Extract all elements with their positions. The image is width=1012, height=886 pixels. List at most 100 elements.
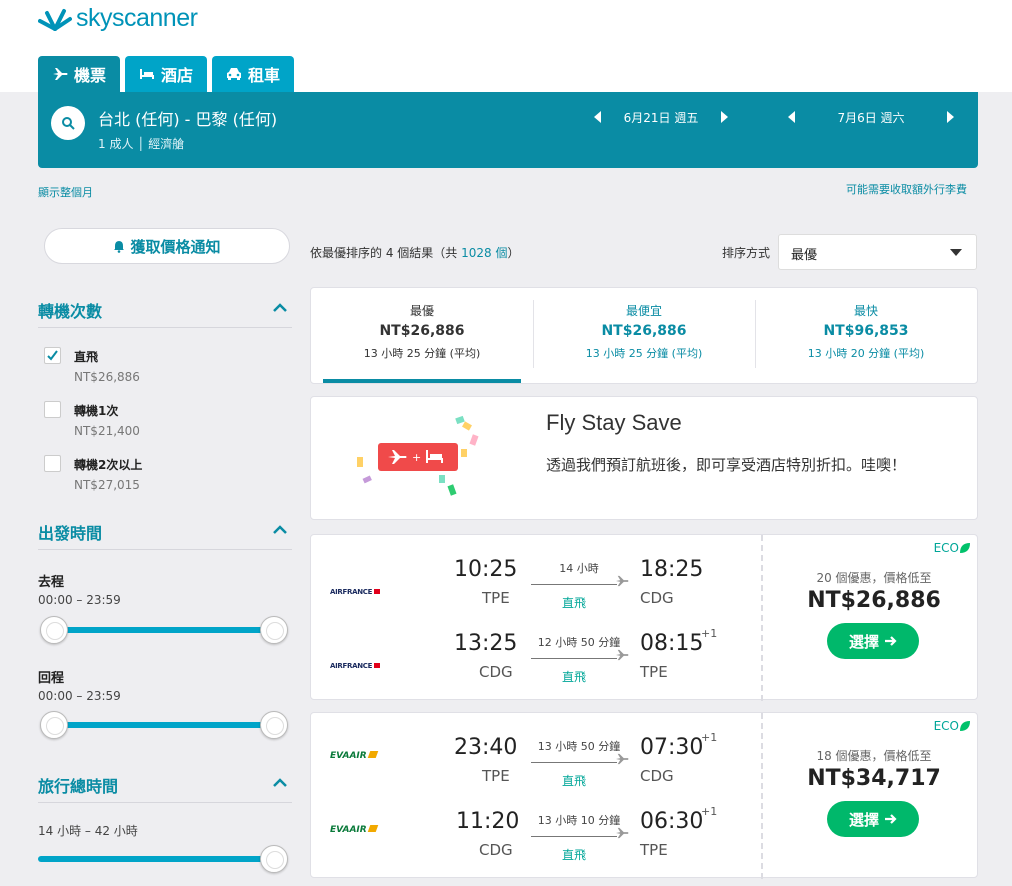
price-panel: ECO 20 個優惠，價格低至 NT$26,886 選擇	[761, 535, 979, 701]
fly-stay-save-banner[interactable]: + Fly Stay Save 透過我們預訂航班後，即可享受酒店特別折扣。哇噢！	[310, 396, 978, 520]
arrival-time: 07:30	[640, 735, 704, 760]
two-plus-stops-price: NT$27,015	[74, 478, 140, 492]
departure-time: 10:25	[454, 557, 518, 582]
airline-stripe-icon	[374, 663, 381, 668]
return-range: 00:00 – 23:59	[38, 689, 121, 703]
cheapest-title: 最便宜	[625, 304, 662, 318]
select-flight-button[interactable]: 選擇	[827, 801, 919, 837]
next-day-indicator: +1	[701, 731, 718, 744]
departure-time-title: 出發時間	[38, 524, 103, 543]
duration-filter-header[interactable]: 旅行總時間	[38, 773, 292, 803]
flight-result-card[interactable]: EVAAIR 23:40 TPE 13 小時 50 分鐘 直飛 07:30 CD…	[310, 712, 979, 879]
results-summary: 依最優排序的 4 個結果（共 1028 個）	[310, 244, 519, 261]
tab-flights[interactable]: 機票	[38, 56, 121, 92]
outbound-leg: AIRFRANCE 10:25 TPE 14 小時 直飛 18:25 CDG	[311, 555, 759, 615]
cheapest-duration: 13 小時 25 分鐘 (平均)	[585, 347, 703, 360]
best-duration: 13 小時 25 分鐘 (平均)	[363, 347, 481, 360]
depart-date[interactable]: 6月21日 週五	[601, 109, 721, 126]
select-flight-button[interactable]: 選擇	[827, 623, 919, 659]
flight-plus-hotel-illustration: +	[357, 415, 479, 496]
depart-date-picker: 6月21日 週五	[594, 107, 728, 127]
tab-label: 酒店	[161, 66, 194, 85]
search-button[interactable]	[51, 106, 85, 140]
return-slider-track[interactable]	[54, 722, 274, 728]
direct-price: NT$26,886	[74, 370, 140, 384]
skyscanner-logo[interactable]: skyscanner	[38, 4, 198, 32]
duration-filter-title: 旅行總時間	[38, 777, 119, 796]
prev-depart-date-icon[interactable]	[594, 111, 601, 123]
leg-duration: 13 小時 10 分鐘	[537, 814, 621, 827]
chevron-up-icon[interactable]	[272, 525, 288, 535]
sort-label: 排序方式	[722, 246, 771, 260]
duration-slider-track[interactable]	[38, 856, 274, 862]
price-panel: ECO 18 個優惠，價格低至 NT$34,717 選擇	[761, 713, 979, 879]
two-plus-stops-label[interactable]: 轉機2次以上	[74, 456, 142, 473]
best-card[interactable]: 最優 NT$26,886 13 小時 25 分鐘 (平均)	[311, 288, 533, 384]
direct-label[interactable]: 直飛	[74, 348, 98, 365]
return-label: 回程	[38, 671, 65, 686]
promo-text: 透過我們預訂航班後，即可享受酒店特別折扣。哇噢！	[546, 456, 907, 474]
next-depart-date-icon[interactable]	[721, 111, 728, 123]
airline-wing-icon	[367, 751, 378, 758]
cheapest-card[interactable]: 最便宜 NT$26,886 13 小時 25 分鐘 (平均)	[533, 288, 755, 384]
chevron-up-icon[interactable]	[272, 778, 288, 788]
duration-slider-max-handle[interactable]	[260, 845, 288, 873]
airline-logo: AIRFRANCE	[330, 579, 381, 598]
outbound-slider-track[interactable]	[54, 627, 274, 633]
arrow-right-icon	[885, 636, 897, 646]
extra-baggage-fees-link[interactable]: 可能需要收取額外行李費	[846, 181, 967, 197]
checkmark-icon	[47, 350, 58, 361]
bed-icon	[140, 69, 155, 79]
airline-logo: AIRFRANCE	[330, 653, 381, 672]
plane-icon	[616, 753, 629, 765]
passenger-cabin-text[interactable]: 1 成人 │ 經濟艙	[98, 135, 184, 152]
one-stop-checkbox[interactable]	[44, 401, 61, 418]
best-title: 最優	[409, 304, 434, 318]
prev-return-date-icon[interactable]	[788, 111, 795, 123]
stops-filter-header[interactable]: 轉機次數	[38, 298, 292, 328]
flight-result-card[interactable]: AIRFRANCE 10:25 TPE 14 小時 直飛 18:25 CDG A…	[310, 534, 979, 701]
direct-checkbox[interactable]	[44, 347, 61, 364]
caret-down-icon	[950, 249, 962, 256]
tab-car-hire[interactable]: 租車	[212, 56, 295, 92]
eco-label: ECO	[933, 719, 959, 733]
summary-prefix: 依最優排序的 4 個結果（共	[310, 246, 462, 260]
return-slider-min-handle[interactable]	[40, 711, 68, 739]
tab-hotels[interactable]: 酒店	[125, 56, 208, 92]
price-alert-button[interactable]: 獲取價格通知	[44, 228, 290, 264]
itinerary-details[interactable]: AIRFRANCE 10:25 TPE 14 小時 直飛 18:25 CDG A…	[311, 535, 759, 701]
departure-time: 23:40	[454, 735, 518, 760]
route-text[interactable]: 台北 (任何) - 巴黎 (任何)	[98, 106, 277, 130]
sort-select[interactable]: 最優	[778, 234, 977, 270]
vertical-tabs: 機票 酒店 租車	[38, 56, 299, 92]
arrival-airport: TPE	[640, 841, 668, 859]
departure-airport: TPE	[482, 589, 510, 607]
arrival-airport: CDG	[640, 589, 674, 607]
outbound-range: 00:00 – 23:59	[38, 593, 121, 607]
flight-price: NT$34,717	[807, 766, 941, 791]
route-line	[531, 658, 617, 659]
return-slider-max-handle[interactable]	[260, 711, 288, 739]
itinerary-details[interactable]: EVAAIR 23:40 TPE 13 小時 50 分鐘 直飛 07:30 CD…	[311, 713, 759, 879]
chevron-up-icon[interactable]	[272, 303, 288, 313]
next-return-date-icon[interactable]	[947, 111, 954, 123]
return-date[interactable]: 7月6日 週六	[795, 109, 947, 126]
airline-name: AIRFRANCE	[330, 662, 373, 670]
outbound-slider-min-handle[interactable]	[40, 616, 68, 644]
two-plus-stops-checkbox[interactable]	[44, 455, 61, 472]
deals-count: 20 個優惠，價格低至	[816, 571, 932, 585]
sunrise-logo-icon	[38, 9, 72, 31]
duration-range: 14 小時 – 42 小時	[38, 824, 138, 838]
route-line	[531, 584, 617, 585]
show-whole-month-link[interactable]: 顯示整個月	[38, 184, 93, 200]
next-day-indicator: +1	[701, 805, 718, 818]
summary-suffix: ）	[507, 246, 520, 260]
one-stop-price: NT$21,400	[74, 424, 140, 438]
outbound-slider-max-handle[interactable]	[260, 616, 288, 644]
fastest-card[interactable]: 最快 NT$96,853 13 小時 20 分鐘 (平均)	[755, 288, 977, 384]
total-results-count[interactable]: 1028 個	[461, 246, 507, 260]
one-stop-label[interactable]: 轉機1次	[74, 402, 118, 419]
departure-time-filter-header[interactable]: 出發時間	[38, 520, 292, 550]
search-summary-bar[interactable]: 台北 (任何) - 巴黎 (任何) 1 成人 │ 經濟艙 6月21日 週五 7月…	[38, 92, 978, 168]
eco-label: ECO	[933, 541, 959, 555]
